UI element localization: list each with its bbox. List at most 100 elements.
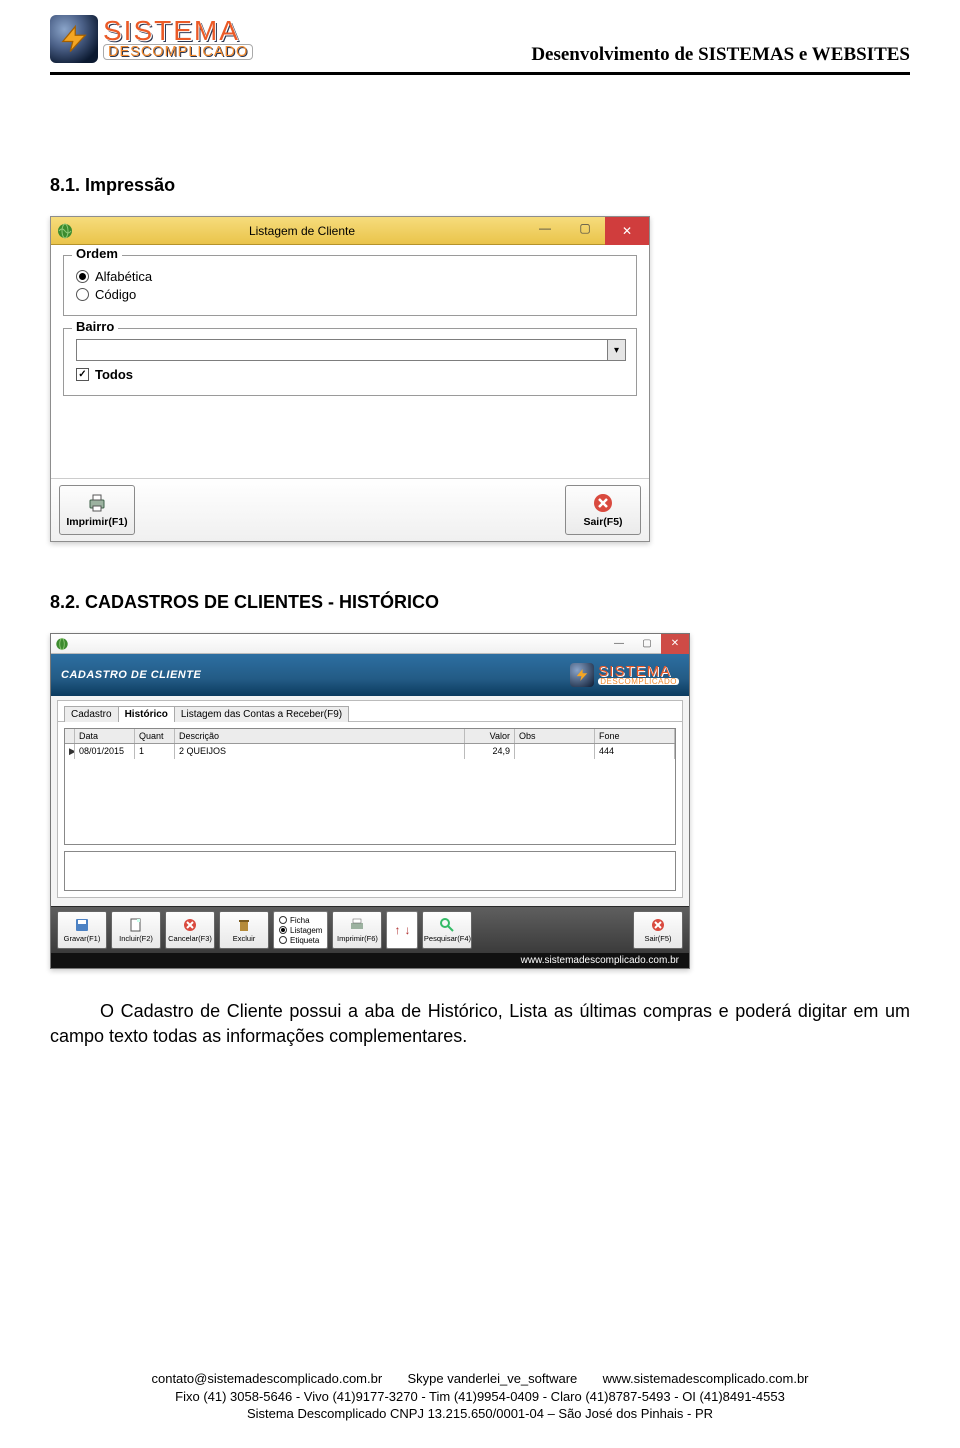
bairro-legend: Bairro [72, 319, 118, 334]
app-header-strip: CADASTRO DE CLIENTE SISTEMA DESCOMPLICAD… [51, 654, 689, 696]
button-label: Pesquisar(F4) [424, 934, 471, 943]
cell-valor: 24,9 [465, 744, 515, 759]
cancel-icon [182, 917, 198, 933]
imprimir-button[interactable]: Imprimir(F6) [332, 911, 382, 949]
button-label: Sair(F5) [583, 516, 622, 528]
grid-row[interactable]: ▶ 08/01/2015 1 2 QUEIJOS 24,9 444 [65, 744, 675, 759]
printer-icon [349, 917, 365, 933]
close-icon [650, 917, 666, 933]
header-tagline: Desenvolvimento de SISTEMAS e WEBSITES [531, 44, 910, 68]
print-options: Ficha Listagem Etiqueta [273, 911, 328, 949]
history-grid[interactable]: Data Quant Descrição Valor Obs Fone ▶ 08… [64, 728, 676, 845]
cell-obs [515, 744, 595, 759]
globe-icon [55, 637, 69, 651]
cell-desc: 2 QUEIJOS [175, 744, 465, 759]
document-header: SISTEMA DESCOMPLICADO Desenvolvimento de… [50, 20, 910, 75]
titlebar: — ▢ ✕ [51, 634, 689, 654]
imprimir-button[interactable]: Imprimir(F1) [59, 485, 135, 535]
document-footer: contato@sistemadescomplicado.com.br Skyp… [0, 1370, 960, 1423]
sair-button[interactable]: Sair(F5) [633, 911, 683, 949]
brand-logo: SISTEMA DESCOMPLICADO [50, 15, 253, 63]
col-valor: Valor [465, 729, 515, 743]
radio-icon [76, 288, 89, 301]
dialog-title: Listagem de Cliente [79, 224, 525, 238]
notes-memo[interactable] [64, 851, 676, 891]
logo-word-top: SISTEMA [598, 665, 679, 679]
maximize-button[interactable]: ▢ [633, 634, 661, 654]
ordem-legend: Ordem [72, 246, 122, 261]
button-label: Imprimir(F6) [337, 934, 378, 943]
radio-codigo[interactable]: Código [76, 287, 626, 302]
group-bairro: Bairro ▾ Todos [63, 328, 637, 396]
globe-icon [57, 223, 73, 239]
col-data: Data [75, 729, 135, 743]
body-paragraph: O Cadastro de Cliente possui a aba de Hi… [50, 999, 910, 1049]
logo-word-top: SISTEMA [103, 18, 253, 43]
checkbox-todos[interactable]: Todos [76, 367, 626, 382]
logo-word-bottom: DESCOMPLICADO [103, 44, 253, 60]
bairro-combo[interactable]: ▾ [76, 339, 626, 361]
opt-ficha[interactable]: Ficha [279, 916, 322, 925]
record-nav[interactable]: ↑ ↓ [386, 911, 418, 949]
close-icon [591, 492, 615, 514]
arrow-up-icon: ↑ [394, 924, 400, 936]
footer-phones: Fixo (41) 3058-5646 - Vivo (41)9177-3270… [0, 1388, 960, 1406]
close-button[interactable]: ✕ [661, 634, 689, 654]
radio-label: Alfabética [95, 269, 152, 284]
col-descricao: Descrição [175, 729, 465, 743]
section-heading-impressao: 8.1. Impressão [50, 175, 910, 196]
section-heading-historico: 8.2. CADASTROS DE CLIENTES - HISTÓRICO [50, 592, 910, 613]
new-doc-icon [128, 917, 144, 933]
footer-site: www.sistemadescomplicado.com.br [603, 1371, 809, 1386]
search-icon [439, 917, 455, 933]
checkbox-icon [76, 368, 89, 381]
cell-fone: 444 [595, 744, 675, 759]
button-label: Gravar(F1) [64, 934, 101, 943]
cancelar-button[interactable]: Cancelar(F3) [165, 911, 215, 949]
printer-icon [85, 492, 109, 514]
footer-email: contato@sistemadescomplicado.com.br [151, 1371, 382, 1386]
strip-title: CADASTRO DE CLIENTE [61, 669, 201, 681]
radio-label: Código [95, 287, 136, 302]
footer-cnpj: Sistema Descomplicado CNPJ 13.215.650/00… [0, 1405, 960, 1423]
logo-word-bottom: DESCOMPLICADO [598, 678, 679, 685]
opt-etiqueta[interactable]: Etiqueta [279, 936, 322, 945]
titlebar: Listagem de Cliente — ▢ ✕ [51, 217, 649, 245]
tab-cadastro[interactable]: Cadastro [64, 706, 119, 722]
button-label: Imprimir(F1) [66, 516, 127, 528]
bottom-toolbar: Gravar(F1) Incluir(F2) Cancelar(F3) Excl… [51, 906, 689, 953]
minimize-button[interactable]: — [605, 634, 633, 654]
chevron-down-icon[interactable]: ▾ [607, 340, 625, 360]
tabs: Cadastro Histórico Listagem das Contas a… [57, 700, 683, 722]
button-label: Cancelar(F3) [168, 934, 212, 943]
minimize-button[interactable]: — [525, 217, 565, 239]
cell-data: 08/01/2015 [75, 744, 135, 759]
arrow-down-icon: ↓ [404, 924, 410, 936]
dialog-cadastro-cliente: — ▢ ✕ CADASTRO DE CLIENTE SISTEMA DESCOM… [50, 633, 690, 969]
col-obs: Obs [515, 729, 595, 743]
group-ordem: Ordem Alfabética Código [63, 255, 637, 316]
bolt-icon [570, 663, 594, 687]
opt-listagem[interactable]: Listagem [279, 926, 322, 935]
button-label: Excluir [233, 934, 256, 943]
excluir-button[interactable]: Excluir [219, 911, 269, 949]
close-button[interactable]: ✕ [605, 217, 649, 245]
pesquisar-button[interactable]: Pesquisar(F4) [422, 911, 472, 949]
cell-quant: 1 [135, 744, 175, 759]
row-indicator-icon: ▶ [65, 744, 75, 759]
maximize-button[interactable]: ▢ [565, 217, 605, 239]
dialog-listagem-cliente: Listagem de Cliente — ▢ ✕ Ordem Alfabéti… [50, 216, 650, 542]
button-label: Incluir(F2) [119, 934, 153, 943]
sair-button[interactable]: Sair(F5) [565, 485, 641, 535]
tab-historico[interactable]: Histórico [118, 706, 175, 722]
checkbox-label: Todos [95, 367, 133, 382]
delete-icon [236, 917, 252, 933]
col-quant: Quant [135, 729, 175, 743]
radio-icon [76, 270, 89, 283]
gravar-button[interactable]: Gravar(F1) [57, 911, 107, 949]
incluir-button[interactable]: Incluir(F2) [111, 911, 161, 949]
combo-text [77, 340, 607, 360]
radio-alfabetica[interactable]: Alfabética [76, 269, 626, 284]
tab-listagem-contas[interactable]: Listagem das Contas a Receber(F9) [174, 706, 349, 722]
bolt-icon [50, 15, 98, 63]
